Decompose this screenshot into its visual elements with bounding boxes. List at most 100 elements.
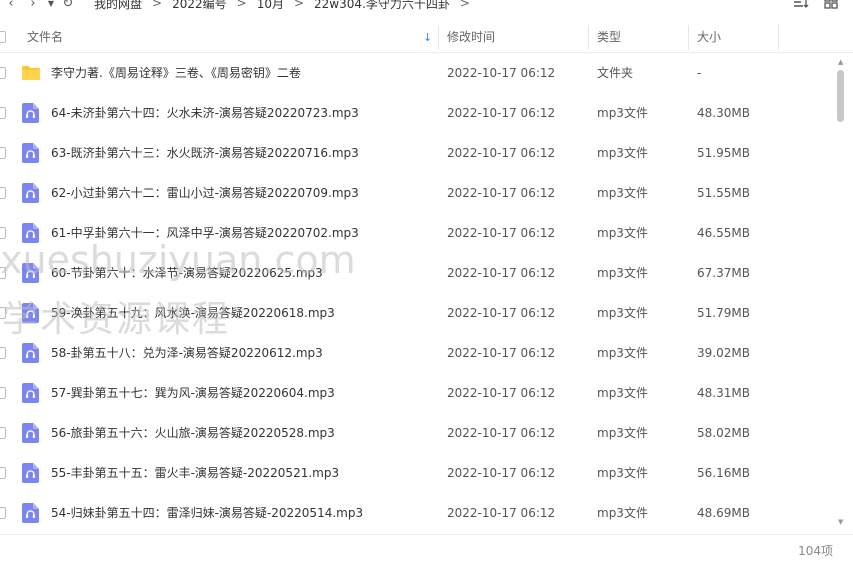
grid-view-icon[interactable]: [823, 0, 839, 10]
row-checkbox[interactable]: [0, 67, 6, 79]
audio-file-icon: [22, 463, 39, 483]
file-name[interactable]: 55-丰卦第五十五：雷火丰-演易答疑-20220521.mp3: [51, 453, 339, 493]
row-checkbox[interactable]: [0, 107, 6, 119]
status-bar: 104项: [0, 534, 853, 572]
table-row[interactable]: 56-旅卦第五十六：火山旅-演易答疑20220528.mp3 2022-10-17…: [0, 413, 835, 453]
file-size: 58.02MB: [697, 426, 750, 440]
column-header-name[interactable]: 文件名: [27, 22, 63, 53]
breadcrumb-item-root[interactable]: 我的网盘: [88, 0, 148, 12]
table-row[interactable]: 60-节卦第六十：水泽节-演易答疑20220625.mp3 2022-10-17 …: [0, 253, 835, 293]
breadcrumb-separator: >: [293, 0, 305, 10]
scroll-down-arrow-icon[interactable]: ▼: [838, 518, 843, 526]
table-row[interactable]: 61-中孚卦第六十一：风泽中孚-演易答疑20220702.mp3 2022-10-…: [0, 213, 835, 253]
table-row[interactable]: 57-巽卦第五十七：巽为风-演易答疑20220604.mp3 2022-10-17…: [0, 373, 835, 413]
row-checkbox[interactable]: [0, 227, 6, 239]
column-divider[interactable]: [588, 25, 589, 50]
sort-list-icon[interactable]: [793, 0, 809, 10]
row-checkbox[interactable]: [0, 467, 6, 479]
file-type: mp3文件: [597, 106, 648, 120]
modified-time: 2022-10-17 06:12: [447, 346, 556, 360]
folder-icon: [21, 65, 41, 81]
file-name[interactable]: 61-中孚卦第六十一：风泽中孚-演易答疑20220702.mp3: [51, 213, 359, 253]
file-name[interactable]: 57-巽卦第五十七：巽为风-演易答疑20220604.mp3: [51, 373, 335, 413]
row-checkbox[interactable]: [0, 387, 6, 399]
modified-time: 2022-10-17 06:12: [447, 226, 556, 240]
table-row[interactable]: 59-涣卦第五十九：风水涣-演易答疑20220618.mp3 2022-10-17…: [0, 293, 835, 333]
file-name[interactable]: 56-旅卦第五十六：火山旅-演易答疑20220528.mp3: [51, 413, 335, 453]
audio-file-icon: [22, 223, 39, 243]
vertical-scrollbar[interactable]: [835, 53, 847, 530]
file-name[interactable]: 63-既济卦第六十三：水火既济-演易答疑20220716.mp3: [51, 133, 359, 173]
breadcrumb: 我的网盘 > 2022编号 > 10月 > 22w304.李守力六十四卦 >: [88, 0, 474, 12]
column-divider[interactable]: [438, 25, 439, 50]
audio-file-icon: [22, 143, 39, 163]
modified-time: 2022-10-17 06:12: [447, 386, 556, 400]
file-list-header: 文件名 ↓ 修改时间 类型 大小: [0, 22, 853, 53]
view-controls: [793, 0, 839, 10]
row-checkbox[interactable]: [0, 427, 6, 439]
file-size: 39.02MB: [697, 346, 750, 360]
file-name[interactable]: 64-未济卦第六十四：火水未济-演易答疑20220723.mp3: [51, 93, 359, 133]
file-size: 51.95MB: [697, 146, 750, 160]
file-type: mp3文件: [597, 266, 648, 280]
column-header-type[interactable]: 类型: [597, 22, 621, 53]
column-header-mtime[interactable]: 修改时间: [447, 22, 495, 53]
breadcrumb-item-october[interactable]: 10月: [251, 0, 290, 12]
file-type: 文件夹: [597, 66, 634, 80]
file-name[interactable]: 54-归妹卦第五十四：雷泽归妹-演易答疑-20220514.mp3: [51, 493, 363, 533]
refresh-icon[interactable]: ↻: [58, 0, 78, 11]
row-checkbox[interactable]: [0, 307, 6, 319]
audio-file-icon: [22, 423, 39, 443]
breadcrumb-bar: ‹ › ▼ ↻ 我的网盘 > 2022编号 > 10月 > 22w304.李守力…: [0, 0, 474, 13]
breadcrumb-separator: >: [459, 0, 470, 10]
audio-file-icon: [22, 263, 39, 283]
file-type: mp3文件: [597, 146, 648, 160]
back-arrow-icon[interactable]: ‹: [0, 0, 22, 11]
table-row[interactable]: 55-丰卦第五十五：雷火丰-演易答疑-20220521.mp3 2022-10-1…: [0, 453, 835, 493]
file-type: mp3文件: [597, 506, 648, 520]
row-checkbox[interactable]: [0, 347, 6, 359]
forward-arrow-icon[interactable]: ›: [22, 0, 44, 11]
modified-time: 2022-10-17 06:12: [447, 146, 556, 160]
table-row[interactable]: 64-未济卦第六十四：火水未济-演易答疑20220723.mp3 2022-10-…: [0, 93, 835, 133]
file-name[interactable]: 李守力著.《周易诠释》三卷、《周易密钥》二卷: [51, 53, 301, 93]
row-checkbox[interactable]: [0, 187, 6, 199]
file-size: 48.31MB: [697, 386, 750, 400]
audio-file-icon: [22, 383, 39, 403]
modified-time: 2022-10-17 06:12: [447, 106, 556, 120]
modified-time: 2022-10-17 06:12: [447, 306, 556, 320]
table-row[interactable]: 63-既济卦第六十三：水火既济-演易答疑20220716.mp3 2022-10-…: [0, 133, 835, 173]
column-header-size[interactable]: 大小: [697, 22, 721, 53]
file-name[interactable]: 62-小过卦第六十二：雷山小过-演易答疑20220709.mp3: [51, 173, 359, 213]
sort-down-icon[interactable]: ↓: [423, 22, 432, 53]
breadcrumb-item-current[interactable]: 22w304.李守力六十四卦: [308, 0, 456, 12]
table-row[interactable]: 58-卦第五十八：兑为泽-演易答疑20220612.mp3 2022-10-17 …: [0, 333, 835, 373]
column-divider[interactable]: [688, 25, 689, 50]
file-type: mp3文件: [597, 466, 648, 480]
audio-file-icon: [22, 343, 39, 363]
breadcrumb-item-2022[interactable]: 2022编号: [166, 0, 233, 12]
modified-time: 2022-10-17 06:12: [447, 506, 556, 520]
table-row[interactable]: 54-归妹卦第五十四：雷泽归妹-演易答疑-20220514.mp3 2022-10…: [0, 493, 835, 533]
scroll-up-arrow-icon[interactable]: ▲: [838, 58, 843, 66]
history-dropdown-icon[interactable]: ▼: [44, 0, 58, 8]
file-type: mp3文件: [597, 346, 648, 360]
file-type: mp3文件: [597, 306, 648, 320]
file-type: mp3文件: [597, 426, 648, 440]
table-row[interactable]: 李守力著.《周易诠释》三卷、《周易密钥》二卷 2022-10-17 06:12 文件…: [0, 53, 835, 93]
select-all-checkbox[interactable]: [0, 31, 6, 43]
file-type: mp3文件: [597, 226, 648, 240]
table-row[interactable]: 62-小过卦第六十二：雷山小过-演易答疑20220709.mp3 2022-10-…: [0, 173, 835, 213]
modified-time: 2022-10-17 06:12: [447, 466, 556, 480]
breadcrumb-separator: >: [236, 0, 247, 10]
row-checkbox[interactable]: [0, 507, 6, 519]
breadcrumb-toolbar: ‹ › ▼ ↻ 我的网盘 > 2022编号 > 10月 > 22w304.李守力…: [0, 0, 853, 14]
scrollbar-thumb[interactable]: [837, 70, 844, 122]
file-name[interactable]: 60-节卦第六十：水泽节-演易答疑20220625.mp3: [51, 253, 323, 293]
file-name[interactable]: 59-涣卦第五十九：风水涣-演易答疑20220618.mp3: [51, 293, 335, 333]
column-divider[interactable]: [778, 25, 779, 50]
file-size: 46.55MB: [697, 226, 750, 240]
row-checkbox[interactable]: [0, 267, 6, 279]
row-checkbox[interactable]: [0, 147, 6, 159]
file-name[interactable]: 58-卦第五十八：兑为泽-演易答疑20220612.mp3: [51, 333, 323, 373]
